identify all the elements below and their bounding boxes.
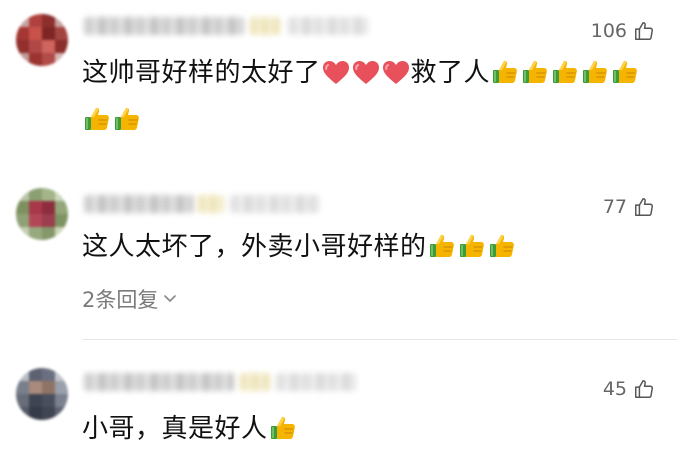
like-button[interactable]: 106 — [591, 18, 655, 44]
comment-text-run: 这人太坏了，外卖小哥好样的 — [82, 232, 427, 262]
thumbs-up-emoji-icon — [521, 57, 549, 99]
heart-emoji-icon — [382, 57, 410, 99]
comment-item: 77 这人太坏了，外卖小哥好样的 2条回复 — [0, 174, 677, 339]
username[interactable] — [84, 195, 194, 213]
like-count: 77 — [602, 196, 627, 218]
like-count: 106 — [590, 20, 627, 42]
heart-emoji-icon — [322, 57, 350, 99]
avatar[interactable] — [16, 188, 68, 240]
comment-text-run: 小哥，真是好人 — [82, 414, 268, 444]
thumbs-up-outline-icon — [633, 196, 655, 218]
like-button[interactable]: 45 — [603, 376, 655, 402]
comment-text: 这人太坏了，外卖小哥好样的 — [82, 226, 647, 273]
user-badge — [250, 17, 280, 35]
thumbs-up-emoji-icon — [269, 413, 297, 455]
user-badge — [240, 373, 270, 391]
user-meta — [288, 17, 368, 35]
user-badge — [198, 195, 224, 213]
thumbs-up-emoji-icon — [83, 104, 111, 146]
comment-text-run: 这帅哥好样的太好了 — [82, 58, 321, 88]
avatar[interactable] — [16, 14, 68, 66]
username[interactable] — [84, 17, 244, 35]
avatar[interactable] — [16, 368, 68, 420]
thumbs-up-emoji-icon — [428, 231, 456, 273]
view-replies-button[interactable]: 2条回复 — [82, 284, 178, 314]
thumbs-up-emoji-icon — [581, 57, 609, 99]
comment-item: 106 这帅哥好样的太好了 救了人 — [0, 0, 677, 150]
user-meta — [276, 373, 356, 391]
thumbs-up-emoji-icon — [488, 231, 516, 273]
thumbs-up-emoji-icon — [458, 231, 486, 273]
like-count: 45 — [602, 378, 627, 400]
thumbs-up-emoji-icon — [611, 57, 639, 99]
chevron-down-icon — [158, 287, 178, 311]
thumbs-up-emoji-icon — [491, 57, 519, 99]
user-meta — [230, 195, 320, 213]
thumbs-up-emoji-icon — [551, 57, 579, 99]
heart-emoji-icon — [352, 57, 380, 99]
like-button[interactable]: 77 — [603, 194, 655, 220]
divider — [82, 339, 677, 340]
thumbs-up-emoji-icon — [113, 104, 141, 146]
thumbs-up-outline-icon — [633, 20, 655, 42]
comment-item: 45 小哥，真是好人 — [0, 356, 677, 459]
username[interactable] — [84, 373, 234, 391]
comment-text: 这帅哥好样的太好了 救了人 — [82, 52, 647, 146]
thumbs-up-outline-icon — [633, 378, 655, 400]
comment-text: 小哥，真是好人 — [82, 408, 647, 455]
comment-text-run: 救了人 — [410, 58, 491, 88]
replies-label: 2条回复 — [82, 288, 159, 312]
